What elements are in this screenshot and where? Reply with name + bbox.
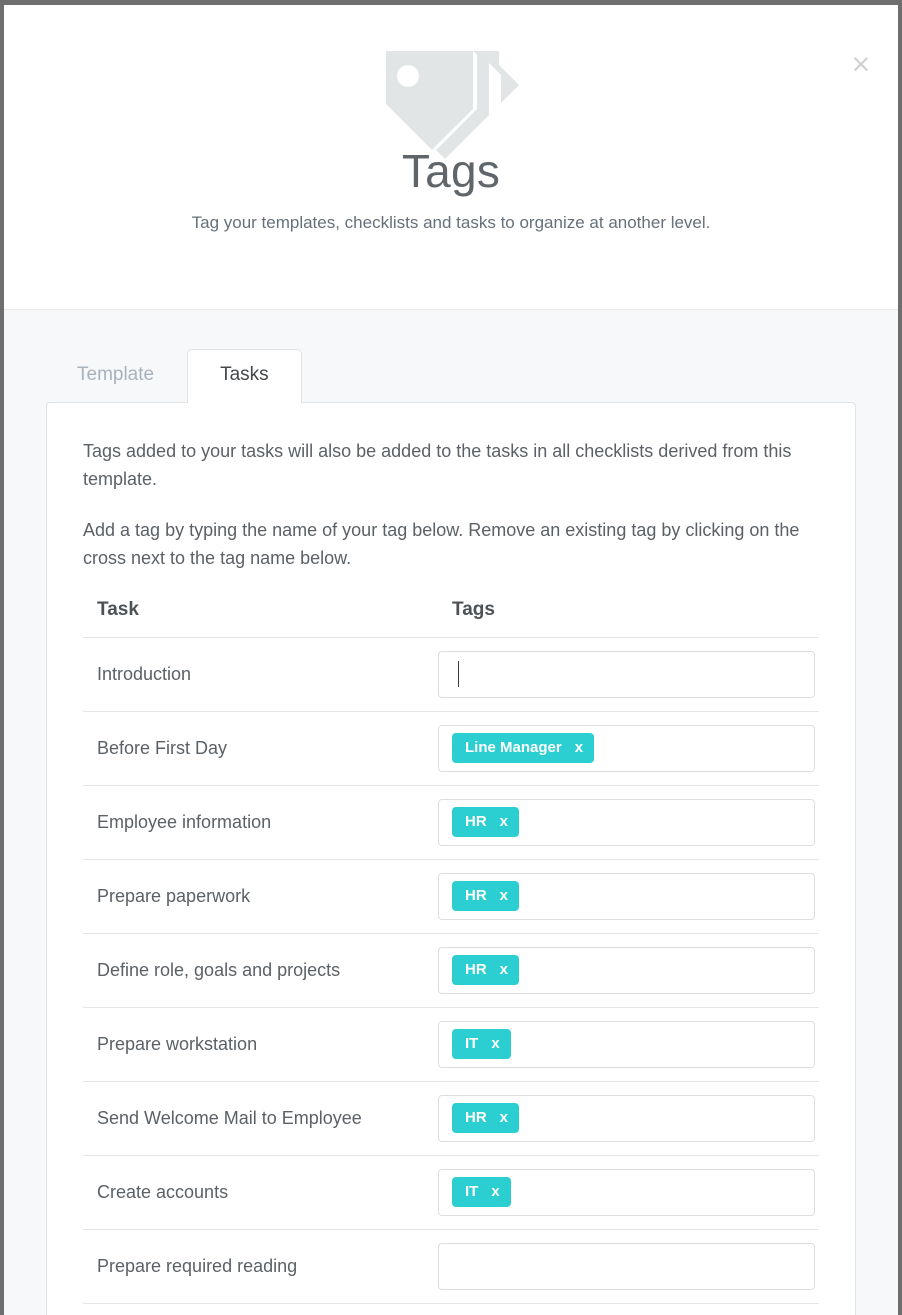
task-cell: Define role, goals and projects [83,933,438,1008]
tag-chip-label: Line Manager [465,739,562,757]
table-row: Before First Day Line Manager x [83,711,819,786]
task-cell: Before First Day [83,711,438,786]
tag-chip: HR x [452,955,520,986]
modal-header: × Tags Tag your templates, checklists an… [4,5,898,310]
tag-remove-icon[interactable]: x [491,1036,499,1051]
task-name: Prepare workstation [97,1033,258,1054]
tag-remove-icon[interactable]: x [491,1184,499,1199]
table-row: Send Welcome Mail to Employee HR x [83,1081,819,1156]
tag-remove-icon[interactable]: x [500,962,508,977]
tags-icon [4,5,898,163]
tag-input[interactable]: HR x [438,1094,815,1142]
tag-remove-icon[interactable]: x [500,814,508,829]
page-title: Tags [401,145,501,197]
task-cell: Prepare required reading [83,1229,438,1304]
tags-cell [438,637,819,712]
task-name: Send Welcome Mail to Employee [97,1107,362,1128]
task-cell: Create accounts [83,1155,438,1230]
task-name: Employee information [97,811,272,832]
task-name: Prepare required reading [97,1255,298,1276]
task-tags-table: Task Tags Introduction Before First Day Li… [83,594,819,1315]
table-row: Create accounts IT x [83,1155,819,1230]
tag-remove-icon[interactable]: x [500,888,508,903]
tasks-panel: Tags added to your tasks will also be ad… [46,402,856,1315]
task-cell: Introduction [83,637,438,712]
tags-cell: HR x [438,933,819,1008]
tag-chip-label: HR [465,1109,487,1127]
tags-cell: HR x [438,785,819,860]
task-name: Create accounts [97,1181,229,1202]
task-name: Prepare paperwork [97,885,251,906]
tab-bar: Template Tasks [4,344,898,403]
tag-input[interactable]: HR x [438,872,815,920]
tab-tasks[interactable]: Tasks [187,349,302,403]
close-icon[interactable]: × [846,49,876,79]
tag-input[interactable]: Line Manager x [438,724,815,772]
tags-cell: Line Manager x [438,711,819,786]
tags-modal: × Tags Tag your templates, checklists an… [4,5,898,1315]
tag-chip: IT x [452,1177,511,1208]
tag-chip: Line Manager x [452,733,595,764]
tags-cell: HR x [438,859,819,934]
tag-input[interactable] [438,650,815,698]
tag-chip: HR x [452,1103,520,1134]
task-cell: Employee information [83,785,438,860]
task-cell: Send Welcome Mail to Employee [83,1081,438,1156]
task-name: Before First Day [97,737,228,758]
table-row: Employee information HR x [83,785,819,860]
tags-cell: IT x [438,1155,819,1230]
tag-chip-label: HR [465,887,487,905]
tag-chip: HR x [452,807,520,838]
tag-chip-label: HR [465,813,487,831]
table-row: Define role, goals and projects HR x [83,933,819,1008]
table-row: Prepare paperwork HR x [83,859,819,934]
tab-template[interactable]: Template [44,349,187,402]
task-name: Define role, goals and projects [97,959,341,980]
page-subtitle: Tag your templates, checklists and tasks… [191,213,711,233]
tags-cell: IT x [438,1007,819,1082]
table-row [83,1303,819,1315]
table-row: Prepare workstation IT x [83,1007,819,1082]
tag-input[interactable]: IT x [438,1020,815,1068]
table-header-row: Task Tags [83,594,819,638]
intro-paragraph-2: Add a tag by typing the name of your tag… [83,519,800,569]
tag-remove-icon[interactable]: x [575,740,583,755]
tag-input[interactable]: IT x [438,1168,815,1216]
tags-cell [438,1303,819,1315]
tags-cell [438,1229,819,1304]
tag-remove-icon[interactable]: x [500,1110,508,1125]
table-row: Prepare required reading [83,1229,819,1304]
tag-chip-label: IT [465,1183,479,1201]
task-cell [83,1303,438,1315]
task-cell: Prepare workstation [83,1007,438,1082]
column-header-tags: Tags [438,594,819,638]
task-name: Introduction [97,663,192,684]
intro-paragraph-1: Tags added to your tasks will also be ad… [83,441,792,490]
table-row: Introduction [83,637,819,712]
text-cursor [458,661,459,688]
column-header-task: Task [83,594,438,638]
tags-cell: HR x [438,1081,819,1156]
tag-input[interactable]: HR x [438,798,815,846]
tag-chip: HR x [452,881,520,912]
tag-input[interactable] [438,1242,815,1290]
tag-chip-label: IT [465,1035,479,1053]
tag-chip-label: HR [465,961,487,979]
tag-chip: IT x [452,1029,511,1060]
tag-input[interactable]: HR x [438,946,815,994]
task-cell: Prepare paperwork [83,859,438,934]
